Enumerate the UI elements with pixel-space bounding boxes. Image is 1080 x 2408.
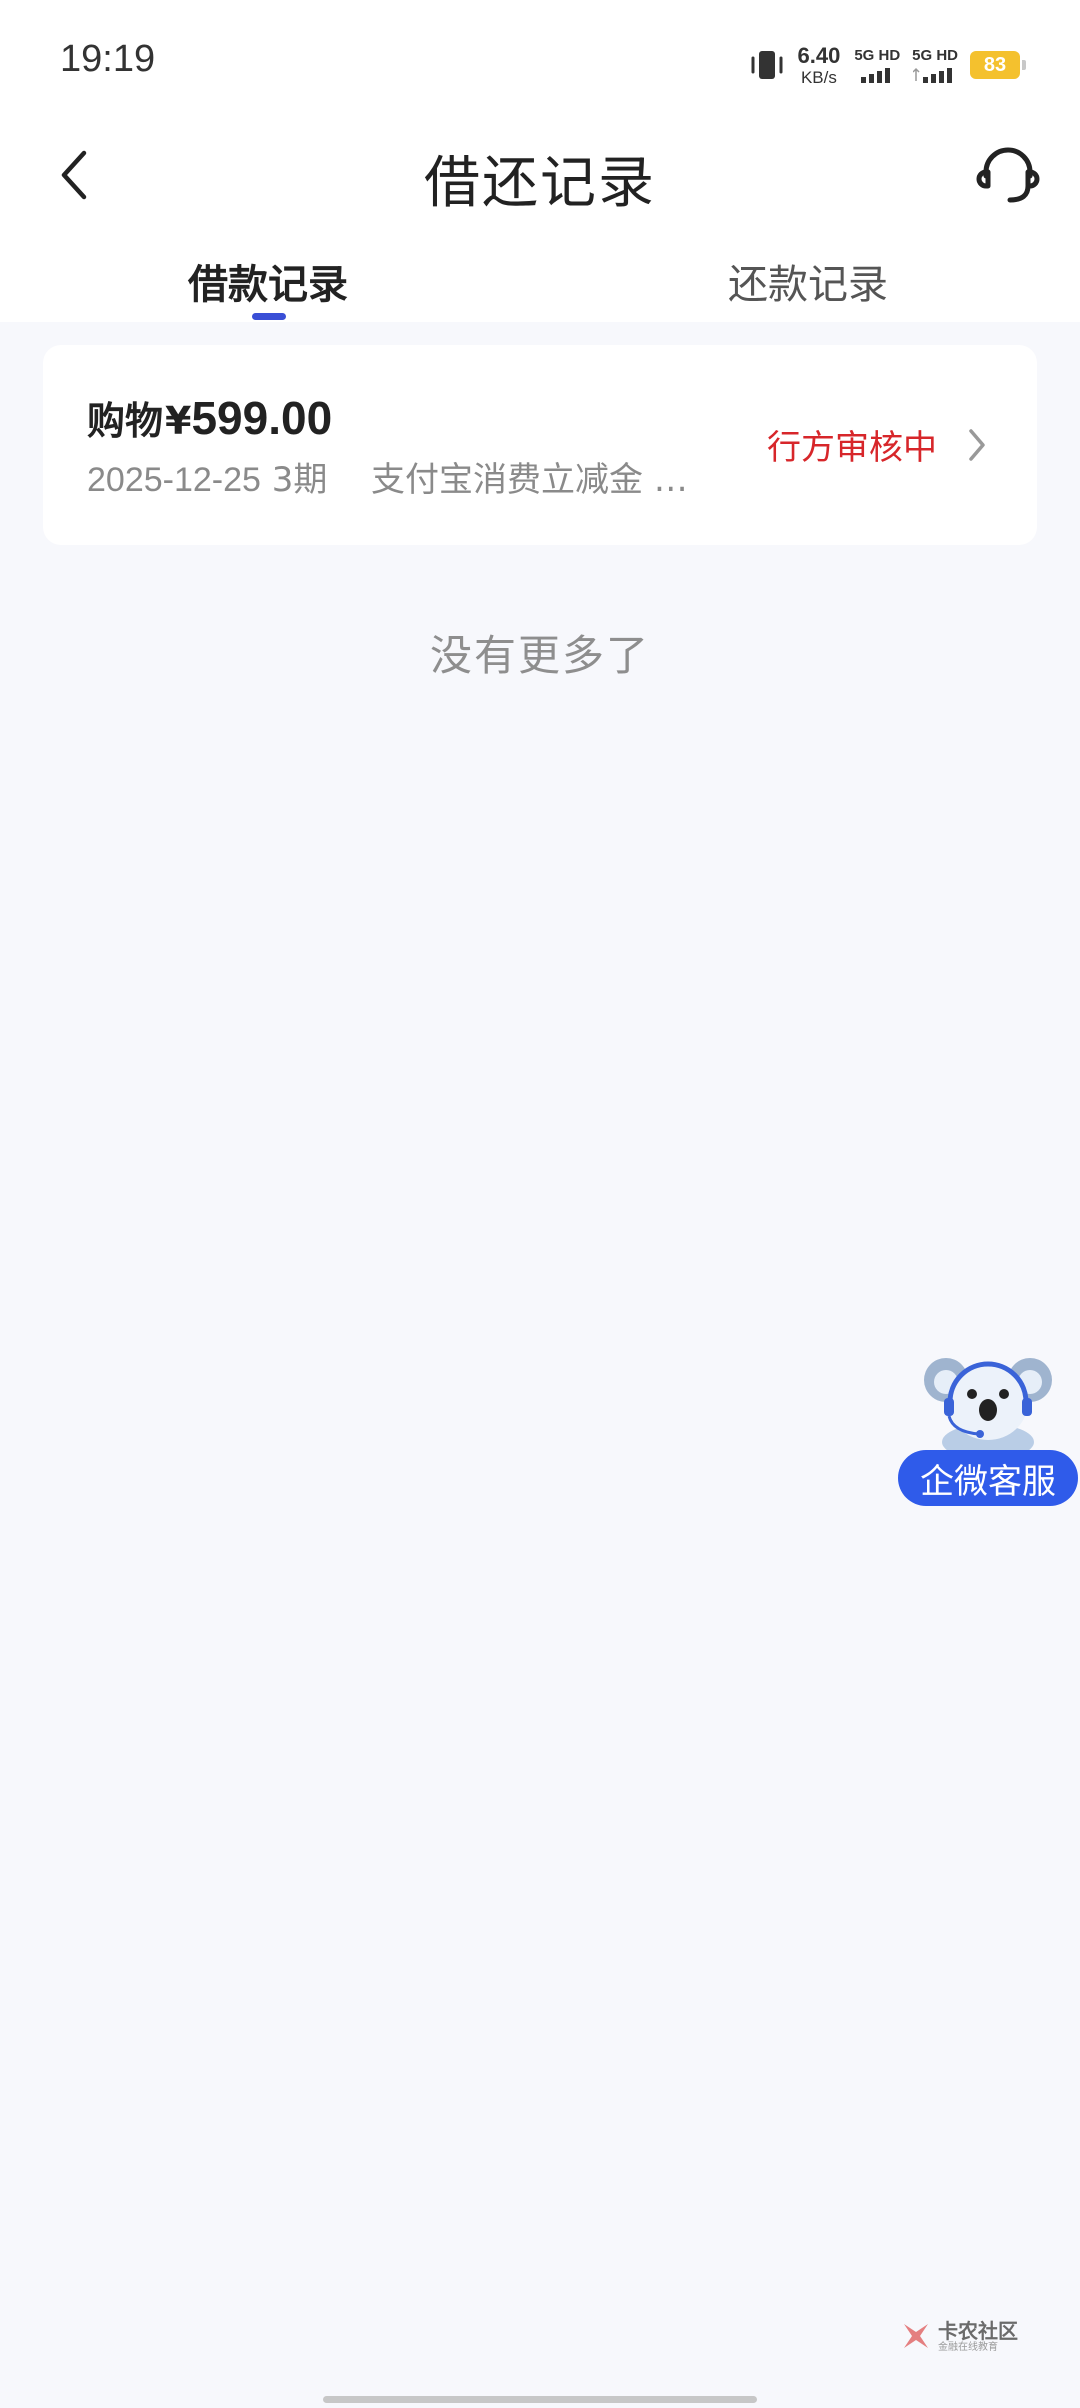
signal-icon (861, 67, 891, 83)
loan-record-card[interactable]: 购物 ¥ 599.00 2025-12-25 3期 支付宝消费立减金 … 行方审… (43, 345, 1037, 545)
record-currency: ¥ (165, 399, 192, 443)
float-customer-service[interactable]: 企微客服 (898, 1350, 1080, 1510)
header: 19:19 6.40 KB/s 5G HD 5G HD 83 借还记录 借款记录… (0, 0, 1080, 322)
record-category: 购物 (87, 399, 164, 443)
status-time: 19:19 (60, 38, 156, 80)
status-icons: 6.40 KB/s 5G HD 5G HD 83 (747, 40, 1026, 90)
active-tab-indicator (252, 313, 286, 320)
customer-service-button[interactable] (976, 142, 1040, 206)
headset-icon (976, 147, 1040, 203)
record-title: 购物 ¥ 599.00 (87, 390, 332, 445)
tab-borrow-records[interactable]: 借款记录 (188, 252, 348, 310)
signal-sim1: 5G HD (854, 48, 900, 83)
record-status: 行方审核中 (767, 428, 937, 468)
list-end-text: 没有更多了 (429, 631, 650, 680)
logo-icon (904, 2324, 928, 2348)
watermark: 卡农社区 金融在线教育 (898, 2318, 1018, 2354)
tab-repay-records[interactable]: 还款记录 (728, 252, 888, 310)
vibrate-icon (751, 51, 783, 79)
record-details: 2025-12-25 3期 支付宝消费立减金 … (87, 452, 687, 501)
network-speed: 6.40 KB/s (797, 42, 841, 87)
customer-service-label: 企微客服 (898, 1450, 1078, 1506)
chevron-right-icon (969, 429, 985, 461)
watermark-sub: 金融在线教育 (938, 2341, 998, 2353)
record-description: 支付宝消费立减金 … (371, 460, 687, 500)
record-term: 3期 (271, 460, 328, 500)
signal-sim2: 5G HD (912, 48, 958, 83)
watermark-main: 卡农社区 (938, 2318, 1018, 2343)
battery-indicator: 83 (970, 51, 1026, 79)
koala-mascot-icon (924, 1358, 1052, 1450)
page-title: 借还记录 (424, 151, 656, 216)
record-date: 2025-12-25 (87, 461, 261, 499)
signal-icon (913, 67, 953, 83)
home-indicator[interactable] (323, 2396, 757, 2403)
record-amount: 599.00 (191, 392, 333, 444)
